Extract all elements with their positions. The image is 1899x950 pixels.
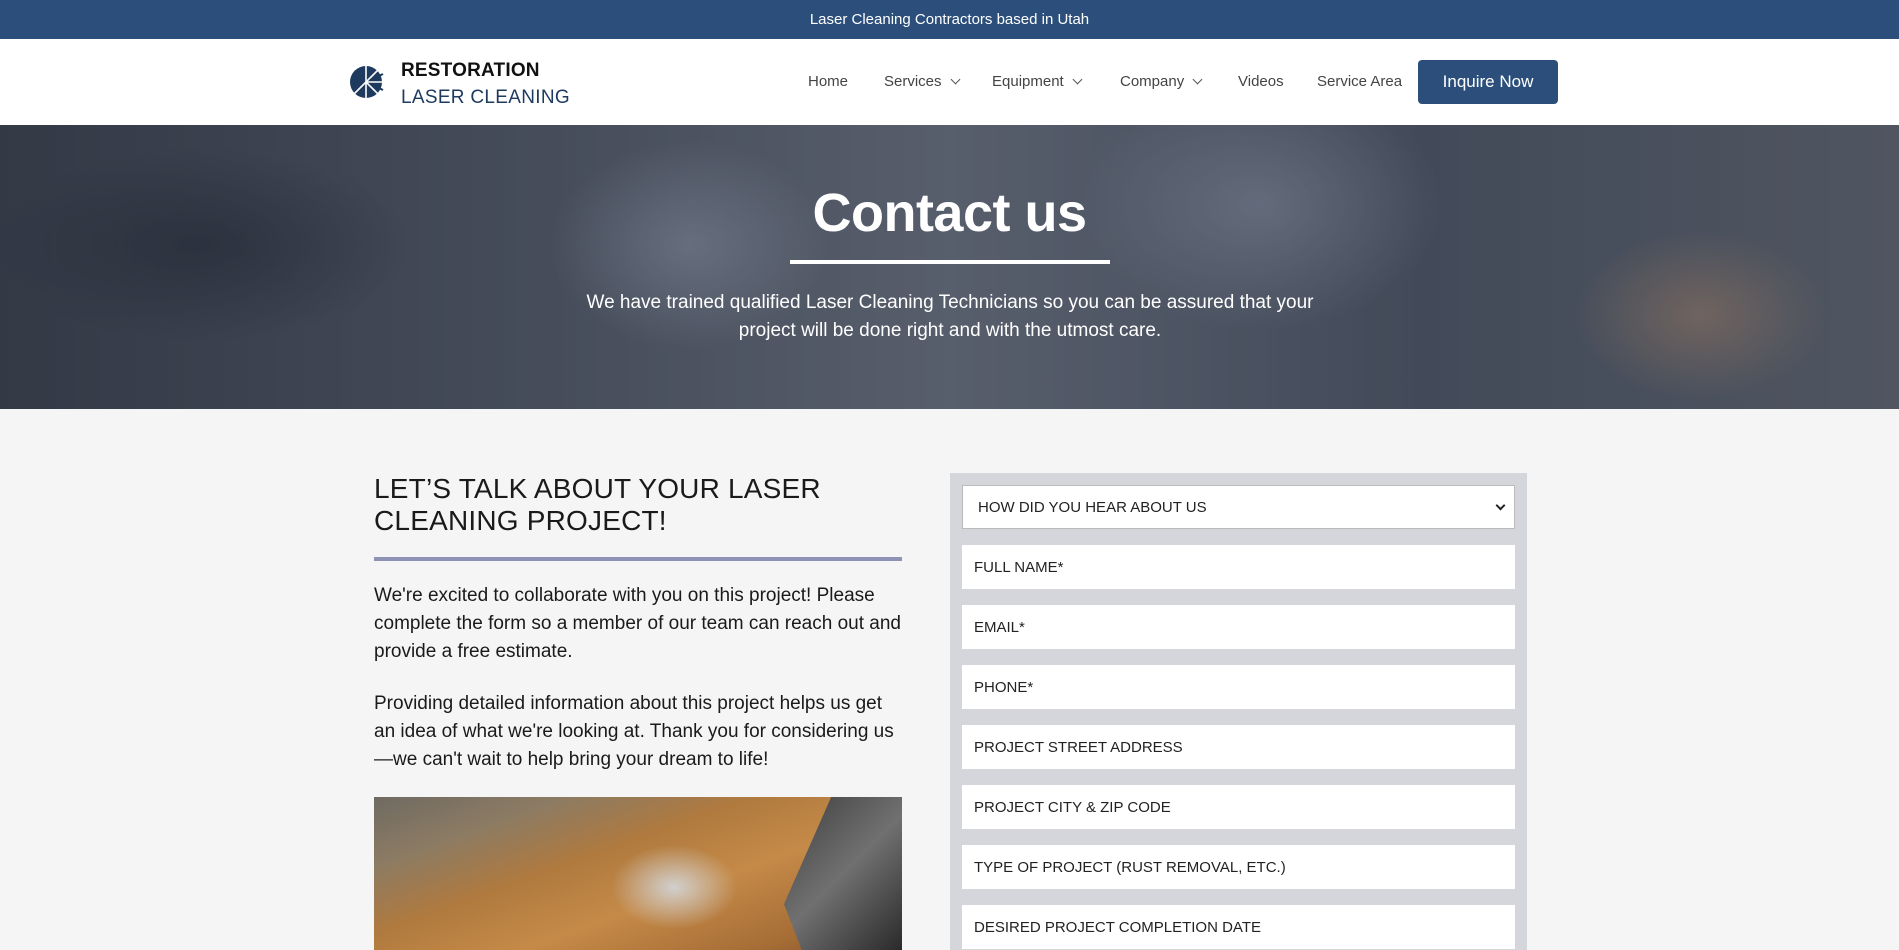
announcement-bar: Laser Cleaning Contractors based in Utah xyxy=(0,0,1899,39)
chevron-down-icon xyxy=(1192,74,1203,84)
nav-videos-label: Videos xyxy=(1238,73,1284,90)
hero-background-image xyxy=(0,125,1899,409)
nav-company[interactable]: Company xyxy=(1120,73,1203,90)
nav-service-area[interactable]: Service Area xyxy=(1317,73,1402,90)
referral-select-value: HOW DID YOU HEAR ABOUT US xyxy=(978,498,1207,516)
nav-company-label: Company xyxy=(1120,73,1185,90)
chevron-down-icon xyxy=(1072,74,1083,84)
contact-form: HOW DID YOU HEAR ABOUT US FULL NAME* EMA… xyxy=(950,473,1527,950)
page-title: Contact us xyxy=(812,183,1087,243)
intro-section: LET’S TALK ABOUT YOUR LASER CLEANING PRO… xyxy=(374,473,902,774)
email-field[interactable]: EMAIL* xyxy=(962,605,1515,649)
full-name-field[interactable]: FULL NAME* xyxy=(962,545,1515,589)
logo-line-2: LASER CLEANING xyxy=(401,87,570,108)
nav-videos[interactable]: Videos xyxy=(1238,73,1284,90)
nav-services-label: Services xyxy=(884,73,942,90)
city-zip-field[interactable]: PROJECT CITY & ZIP CODE xyxy=(962,785,1515,829)
laser-tool-image xyxy=(784,797,902,950)
title-underline xyxy=(790,260,1110,264)
nav-equipment-label: Equipment xyxy=(992,73,1064,90)
hero-subtitle: We have trained qualified Laser Cleaning… xyxy=(586,292,1314,341)
starburst-logo-icon xyxy=(348,62,384,107)
chevron-down-icon xyxy=(1495,500,1506,510)
intro-paragraph-1: We're excited to collaborate with you on… xyxy=(374,585,901,662)
intro-paragraph-2: Providing detailed information about thi… xyxy=(374,693,894,770)
section-heading: LET’S TALK ABOUT YOUR LASER CLEANING PRO… xyxy=(374,473,821,536)
announcement-text: Laser Cleaning Contractors based in Utah xyxy=(809,11,1090,28)
nav-services[interactable]: Services xyxy=(884,73,960,90)
logo-line-1: RESTORATION xyxy=(401,60,540,81)
nav-home[interactable]: Home xyxy=(808,73,848,90)
site-logo[interactable]: RESTORATION LASER CLEANING xyxy=(348,57,570,111)
nav-home-label: Home xyxy=(808,73,849,90)
inquire-now-button[interactable]: Inquire Now xyxy=(1418,60,1558,104)
site-header: RESTORATION LASER CLEANING Home Services… xyxy=(0,39,1899,125)
laser-cleaning-photo xyxy=(374,797,902,950)
phone-field[interactable]: PHONE* xyxy=(962,665,1515,709)
chevron-down-icon xyxy=(950,74,960,84)
project-type-field[interactable]: TYPE OF PROJECT (RUST REMOVAL, ETC.) xyxy=(962,845,1515,889)
nav-equipment[interactable]: Equipment xyxy=(992,73,1083,90)
street-address-field[interactable]: PROJECT STREET ADDRESS xyxy=(962,725,1515,769)
nav-service-area-label: Service Area xyxy=(1317,73,1403,90)
section-divider xyxy=(374,557,902,561)
hero-banner: Contact us We have trained qualified Las… xyxy=(0,125,1899,409)
completion-date-field[interactable]: DESIRED PROJECT COMPLETION DATE xyxy=(962,905,1515,949)
referral-select[interactable]: HOW DID YOU HEAR ABOUT US xyxy=(962,485,1515,529)
